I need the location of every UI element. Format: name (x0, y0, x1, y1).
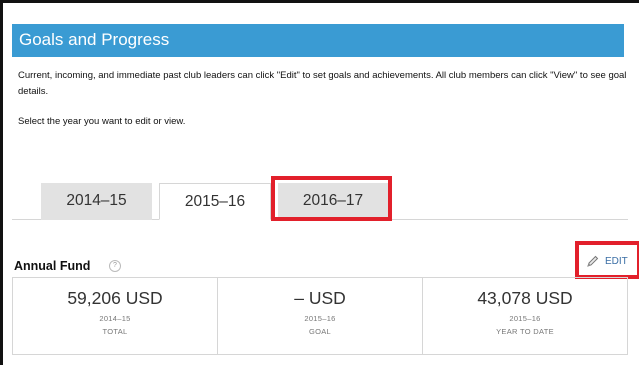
stat-goal: – USD 2015–16 GOAL (218, 278, 423, 354)
tab-2015-16[interactable]: 2015–16 (159, 183, 271, 220)
annual-fund-stats: 59,206 USD 2014–15 TOTAL – USD 2015–16 G… (12, 277, 628, 355)
stat-year: 2014–15 (99, 314, 131, 323)
stat-year: 2015–16 (304, 314, 336, 323)
stat-value: 43,078 USD (477, 288, 573, 308)
stat-value: – USD (294, 288, 346, 308)
stat-year-to-date: 43,078 USD 2015–16 YEAR TO DATE (423, 278, 627, 354)
highlight-box-edit (575, 241, 639, 279)
help-circle-icon[interactable]: ? (109, 260, 121, 272)
stat-year: 2015–16 (509, 314, 541, 323)
select-year-prompt: Select the year you want to edit or view… (18, 116, 186, 127)
tab-2014-15[interactable]: 2014–15 (41, 183, 152, 220)
panel-title: Goals and Progress (19, 30, 170, 49)
stat-caption: GOAL (308, 327, 332, 336)
intro-text: Current, incoming, and immediate past cl… (18, 70, 627, 97)
annual-fund-title: Annual Fund (14, 259, 91, 273)
stat-caption: TOTAL (102, 327, 128, 336)
stat-caption: YEAR TO DATE (496, 327, 554, 336)
stat-total: 59,206 USD 2014–15 TOTAL (13, 278, 218, 354)
highlight-box-tab (271, 176, 392, 221)
panel-header: Goals and Progress (12, 24, 624, 57)
stat-value: 59,206 USD (67, 288, 163, 308)
